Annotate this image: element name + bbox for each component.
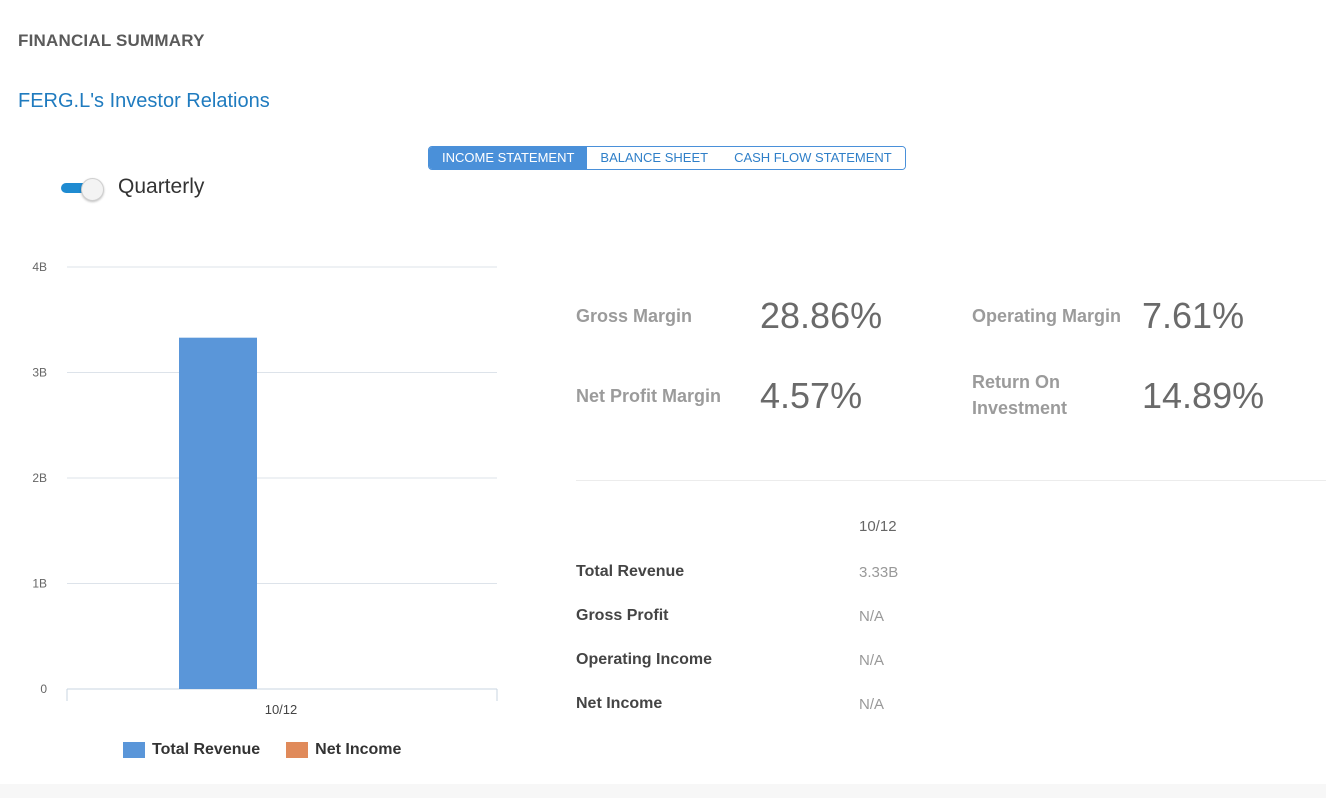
bottom-strip <box>0 784 1326 798</box>
y-tick-label: 2B <box>32 471 47 485</box>
gross-margin-value: 28.86% <box>760 295 883 336</box>
legend-swatch-net-income <box>286 742 309 758</box>
operating-margin-label: Operating Margin <box>972 306 1122 326</box>
row-value-operating-income: N/A <box>859 652 885 669</box>
tab-cash-flow-statement[interactable]: CASH FLOW STATEMENT <box>721 147 905 169</box>
gross-margin-label: Gross Margin <box>576 306 693 326</box>
chart-legend: Total Revenue Net Income <box>123 741 401 759</box>
investor-relations-link[interactable]: FERG.L's Investor Relations <box>18 90 270 113</box>
legend-label-total-revenue: Total Revenue <box>152 741 261 758</box>
section-title: FINANCIAL SUMMARY <box>18 31 205 50</box>
row-value-total-revenue: 3.33B <box>859 564 899 581</box>
return-on-investment-label-line2: Investment <box>972 398 1068 418</box>
tab-income-statement[interactable]: INCOME STATEMENT <box>429 147 588 169</box>
row-label-operating-income: Operating Income <box>576 651 713 668</box>
table-column-header: 10/12 <box>859 518 897 535</box>
row-label-total-revenue: Total Revenue <box>576 563 685 580</box>
revenue-bar-chart: 0 1B 2B 3B 4B 10/12 <box>32 260 498 717</box>
operating-margin-value: 7.61% <box>1142 295 1245 336</box>
return-on-investment-value: 14.89% <box>1142 375 1265 416</box>
quarterly-toggle[interactable] <box>61 178 105 201</box>
row-value-net-income: N/A <box>859 696 885 713</box>
return-on-investment-label: Return On Investment <box>972 369 1067 421</box>
row-value-gross-profit: N/A <box>859 608 885 625</box>
bar-total-revenue <box>179 337 257 689</box>
legend-swatch-total-revenue <box>123 742 145 758</box>
y-tick-label: 4B <box>32 260 47 274</box>
legend-item-net-income[interactable]: Net Income <box>286 741 401 759</box>
section-divider <box>576 480 1326 481</box>
legend-label-net-income: Net Income <box>315 741 402 758</box>
toggle-label: Quarterly <box>118 175 205 198</box>
y-tick-label: 3B <box>32 366 47 380</box>
x-tick-label: 10/12 <box>265 702 298 717</box>
row-label-gross-profit: Gross Profit <box>576 607 669 624</box>
toggle-knob <box>81 178 104 201</box>
return-on-investment-label-line1: Return On <box>972 372 1060 392</box>
y-tick-label: 0 <box>40 682 47 696</box>
statement-tabs: INCOME STATEMENT BALANCE SHEET CASH FLOW… <box>428 146 906 170</box>
tab-balance-sheet[interactable]: BALANCE SHEET <box>587 147 722 169</box>
legend-item-total-revenue[interactable]: Total Revenue <box>123 741 260 759</box>
net-profit-margin-label: Net Profit Margin <box>576 386 722 406</box>
y-tick-label: 1B <box>32 577 47 591</box>
row-label-net-income: Net Income <box>576 695 663 712</box>
net-profit-margin-value: 4.57% <box>760 375 863 416</box>
